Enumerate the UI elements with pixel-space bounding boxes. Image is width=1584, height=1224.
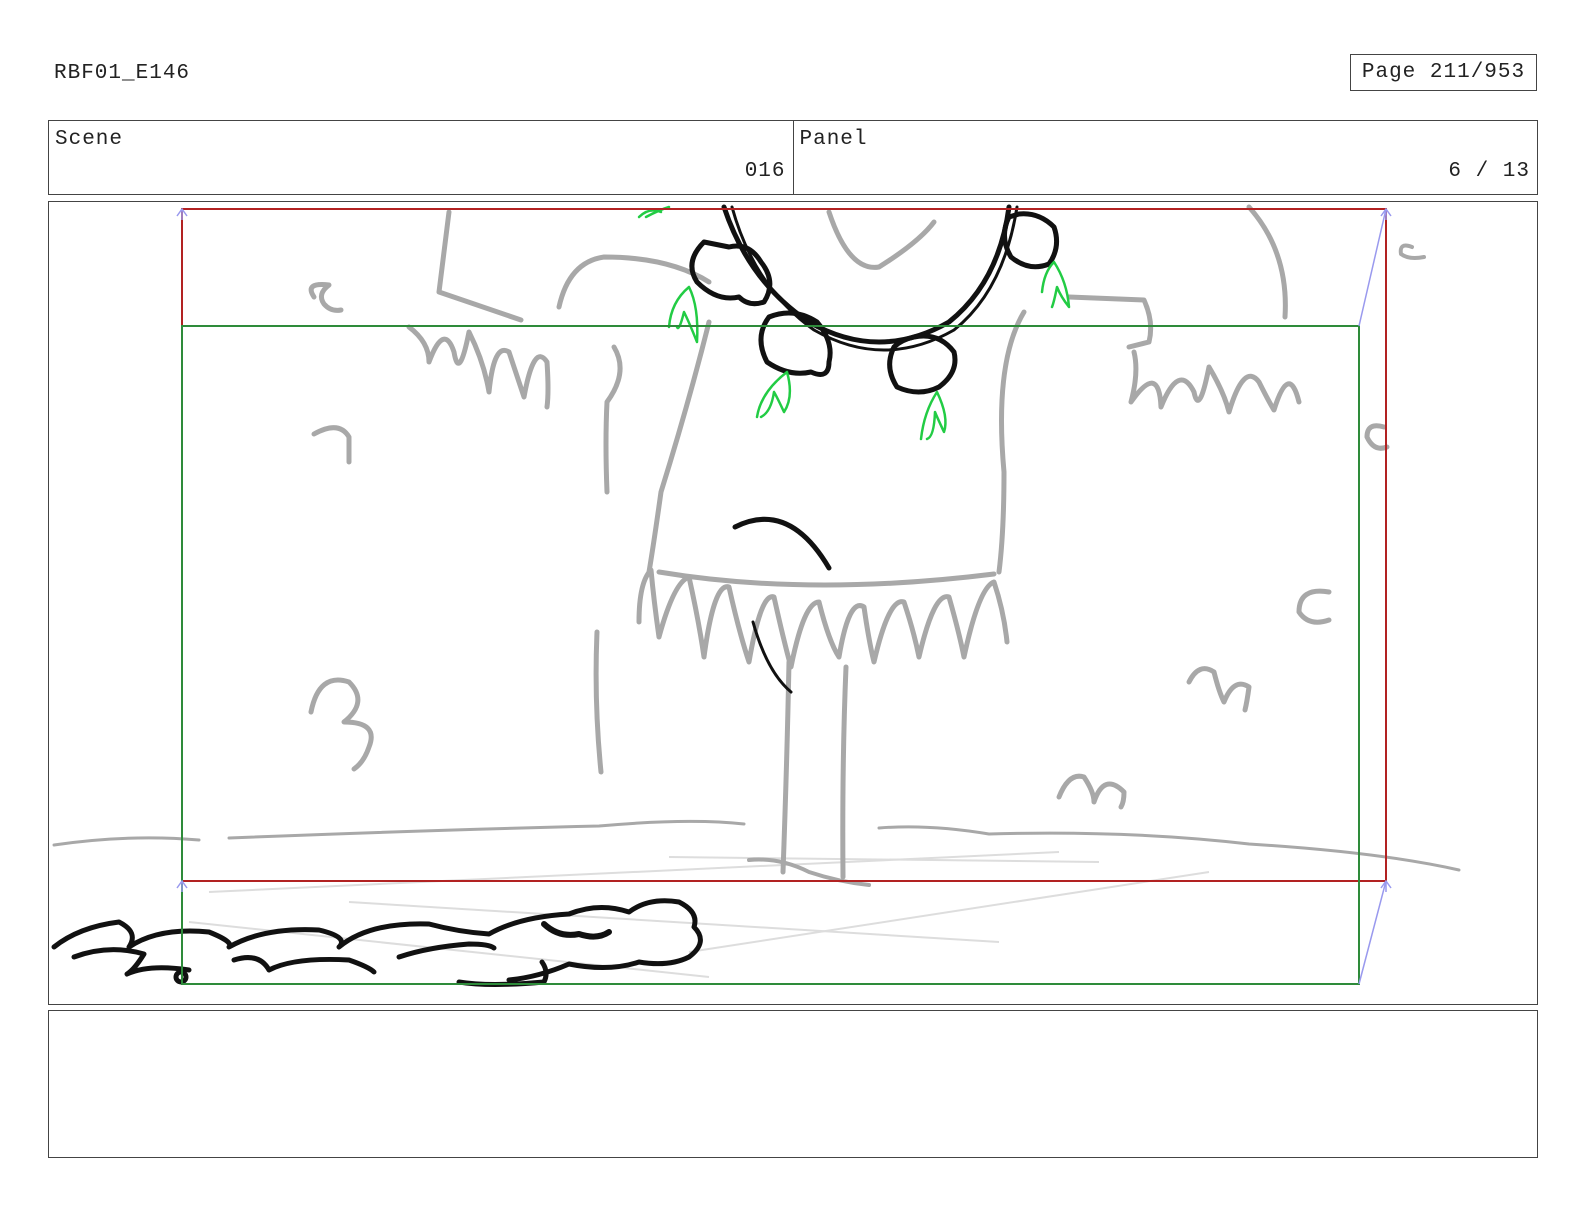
- document-id: RBF01_E146: [54, 62, 191, 85]
- scene-label: Scene: [55, 128, 124, 151]
- scene-cell: Scene 016: [49, 121, 793, 194]
- page-number: Page 211/953: [1350, 54, 1537, 91]
- scene-panel-info-table: Scene 016 Panel 6 / 13: [48, 120, 1538, 195]
- panel-cell: Panel 6 / 13: [792, 121, 1538, 194]
- storyboard-panel: [48, 201, 1538, 1005]
- storyboard-sketch: [51, 204, 1461, 987]
- panel-notes-box: [48, 1010, 1538, 1158]
- panel-number: 6 / 13: [1448, 160, 1530, 183]
- scene-number: 016: [744, 160, 786, 183]
- ink-lines: [51, 204, 1060, 987]
- panel-label: Panel: [799, 128, 868, 151]
- background-sketch: [52, 204, 1461, 887]
